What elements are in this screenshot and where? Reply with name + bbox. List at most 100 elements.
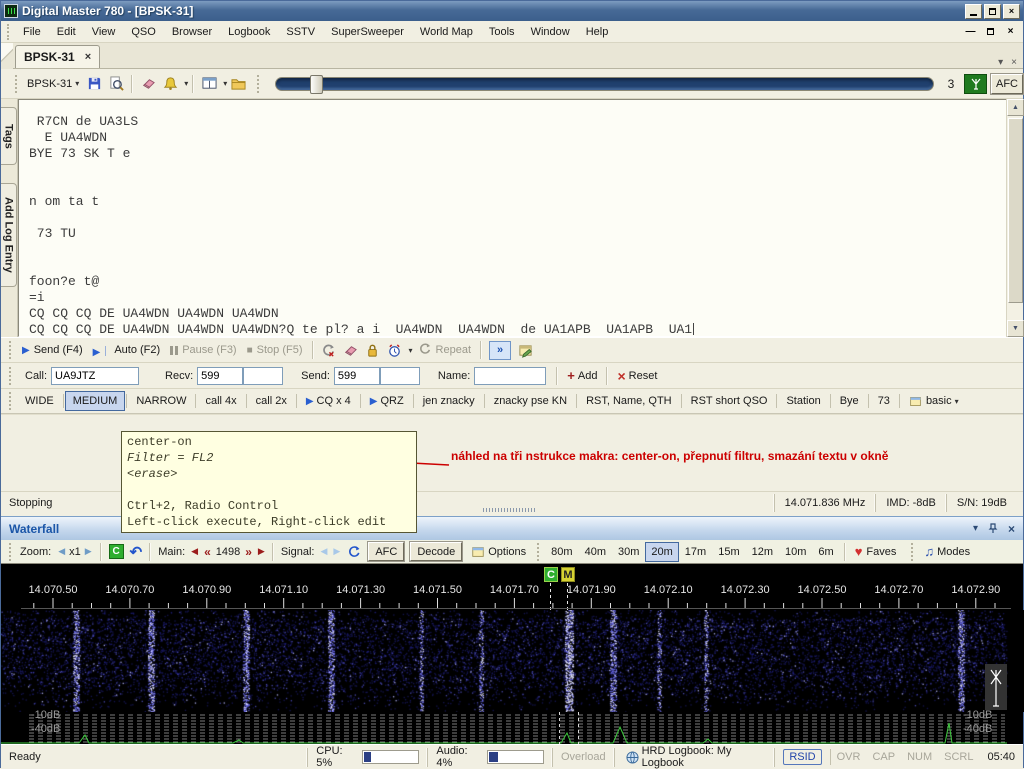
- auto-button[interactable]: ▶｜ Auto (F2): [88, 341, 166, 360]
- main-fast-right-icon[interactable]: »: [245, 545, 252, 559]
- restore-button[interactable]: [984, 4, 1001, 19]
- erase-text-icon[interactable]: [343, 342, 359, 358]
- macro-call-4x[interactable]: call 4x: [197, 391, 244, 411]
- rsid-segment[interactable]: RSID: [774, 748, 829, 767]
- band-17m[interactable]: 17m: [679, 542, 712, 562]
- macro-jen-znacky[interactable]: jen znacky: [415, 391, 483, 411]
- mouse-marker[interactable]: M: [561, 567, 575, 582]
- macro-call-2x[interactable]: call 2x: [248, 391, 295, 411]
- band-15m[interactable]: 15m: [712, 542, 745, 562]
- logbook-segment[interactable]: HRD Logbook: My Logbook: [614, 748, 775, 767]
- rsid-indicator[interactable]: RSID: [783, 749, 821, 765]
- rx-scrollbar[interactable]: ▲ ▼: [1006, 99, 1023, 337]
- macro-bye[interactable]: Bye: [832, 391, 867, 411]
- signal-right-icon[interactable]: ▶: [333, 546, 340, 557]
- reset-button[interactable]: × Reset: [612, 366, 662, 386]
- waterfall-display[interactable]: C M 14.070.5014.070.7014.070.9014.071.10…: [1, 564, 1023, 744]
- panel-close-icon[interactable]: ×: [1008, 522, 1015, 536]
- mode-dropdown[interactable]: BPSK-31 ▾: [23, 76, 83, 92]
- side-tab-tags[interactable]: Tags: [1, 107, 17, 165]
- layout-dropdown-icon[interactable]: ▾: [223, 79, 227, 88]
- menu-tools[interactable]: Tools: [481, 23, 523, 41]
- options-button[interactable]: Options: [465, 544, 531, 560]
- tab-bpsk31[interactable]: BPSK-31 ×: [15, 45, 100, 68]
- close-button[interactable]: ×: [1003, 4, 1020, 19]
- send-input[interactable]: [334, 367, 380, 385]
- signal-left-icon[interactable]: ◀: [320, 546, 327, 557]
- decode-button[interactable]: Decode: [410, 542, 462, 561]
- tab-close-icon[interactable]: ×: [85, 51, 91, 63]
- macro-rst-name-qth[interactable]: RST, Name, QTH: [578, 391, 680, 411]
- macro-narrow[interactable]: NARROW: [128, 391, 194, 411]
- macro-set-dropdown[interactable]: basic ▾: [901, 390, 967, 412]
- zoom-in-icon[interactable]: ▶: [85, 546, 92, 557]
- menu-world-map[interactable]: World Map: [412, 23, 481, 41]
- band-30m[interactable]: 30m: [612, 542, 645, 562]
- repeat-button[interactable]: Repeat: [413, 340, 476, 361]
- more-macros-button[interactable]: »: [489, 341, 511, 360]
- print-preview-icon[interactable]: [108, 76, 124, 92]
- recv-input[interactable]: [197, 367, 243, 385]
- menu-view[interactable]: View: [84, 23, 124, 41]
- minimize-button[interactable]: [965, 4, 982, 19]
- layout-icon[interactable]: [201, 76, 217, 92]
- squelch-slider[interactable]: [275, 77, 942, 91]
- menu-window[interactable]: Window: [523, 23, 578, 41]
- tab-strip-close-icon[interactable]: ×: [1011, 57, 1017, 68]
- stop-button[interactable]: ■ Stop (F5): [242, 342, 308, 358]
- recv-extra-input[interactable]: [243, 367, 283, 385]
- mdi-restore-button[interactable]: [982, 24, 999, 39]
- waterfall-afc-button[interactable]: AFC: [368, 542, 404, 561]
- slider-thumb[interactable]: [310, 75, 323, 94]
- refresh-icon[interactable]: [346, 544, 362, 560]
- mdi-minimize-button[interactable]: —: [962, 24, 979, 39]
- faves-button[interactable]: ♥ Faves: [850, 544, 902, 559]
- menu-browser[interactable]: Browser: [164, 23, 220, 41]
- mdi-close-button[interactable]: ×: [1002, 24, 1019, 39]
- macro-73[interactable]: 73: [870, 391, 898, 411]
- macro-station[interactable]: Station: [778, 391, 828, 411]
- tab-list-dropdown-icon[interactable]: ▾: [998, 57, 1003, 68]
- scroll-up-icon[interactable]: ▲: [1007, 99, 1024, 116]
- scroll-down-icon[interactable]: ▼: [1007, 320, 1024, 337]
- afc-toggle-button[interactable]: AFC: [991, 74, 1023, 94]
- call-input[interactable]: [51, 367, 139, 385]
- alarm-clock-icon[interactable]: [387, 342, 403, 358]
- alert-bell-icon[interactable]: [162, 76, 178, 92]
- menu-logbook[interactable]: Logbook: [220, 23, 278, 41]
- panel-menu-icon[interactable]: ▾: [973, 523, 978, 534]
- pause-button[interactable]: Pause (F3): [165, 342, 241, 358]
- eraser-icon[interactable]: [140, 76, 156, 92]
- main-right-icon[interactable]: ▶: [258, 546, 265, 557]
- band-6m[interactable]: 6m: [812, 542, 839, 562]
- band-40m[interactable]: 40m: [579, 542, 612, 562]
- rx-text-area[interactable]: R7CN de UA3LS E UA4WDNBYE 73 SK T e n om…: [18, 99, 1007, 337]
- add-button[interactable]: + Add: [562, 366, 602, 385]
- macro-editor-icon[interactable]: [517, 342, 533, 358]
- band-12m[interactable]: 12m: [746, 542, 779, 562]
- macro-medium[interactable]: MEDIUM: [65, 391, 126, 411]
- macro-znacky-pse-kn[interactable]: znacky pse KN: [486, 391, 575, 411]
- band-10m[interactable]: 10m: [779, 542, 812, 562]
- menu-help[interactable]: Help: [578, 23, 617, 41]
- macro-qrz[interactable]: ▶ QRZ: [362, 391, 412, 411]
- antenna-button[interactable]: [964, 74, 987, 94]
- zoom-out-icon[interactable]: ◀: [58, 546, 65, 557]
- center-marker[interactable]: C: [544, 567, 558, 582]
- slider-track[interactable]: [275, 77, 934, 91]
- menu-sstv[interactable]: SSTV: [278, 23, 323, 41]
- bell-dropdown-icon[interactable]: ▾: [184, 79, 188, 88]
- side-tab-add-log-entry[interactable]: Add Log Entry: [1, 183, 17, 287]
- pin-icon[interactable]: [988, 523, 998, 534]
- menu-supersweeper[interactable]: SuperSweeper: [323, 23, 412, 41]
- modes-button[interactable]: ♫ Modes: [919, 544, 975, 559]
- center-button[interactable]: C: [109, 544, 124, 559]
- macro-rst-short-qso[interactable]: RST short QSO: [683, 391, 776, 411]
- scrollbar-thumb[interactable]: [1008, 118, 1023, 303]
- main-fast-left-icon[interactable]: «: [204, 545, 211, 559]
- abort-tx-icon[interactable]: [321, 342, 337, 358]
- folder-options-icon[interactable]: [230, 76, 246, 92]
- menu-file[interactable]: File: [15, 23, 49, 41]
- band-20m[interactable]: 20m: [645, 542, 678, 562]
- waterfall-canvas[interactable]: [1, 610, 1024, 712]
